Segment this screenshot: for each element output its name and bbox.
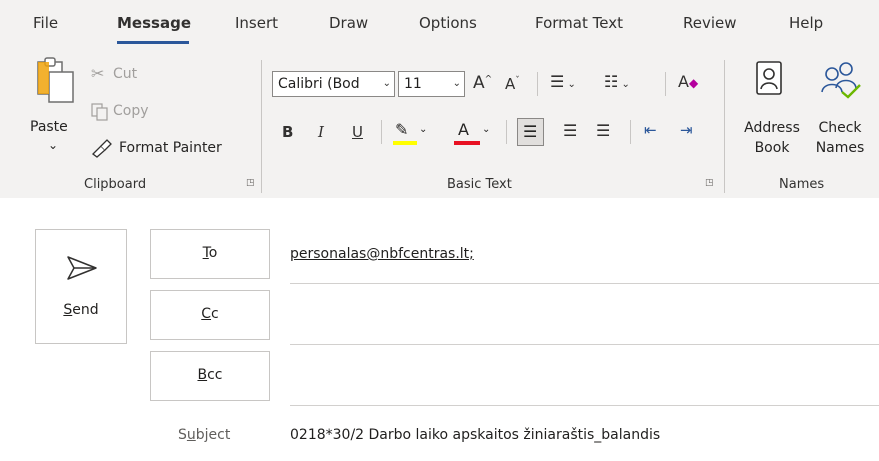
copy-icon xyxy=(91,103,108,121)
bold-button[interactable]: B xyxy=(282,123,293,141)
decrease-indent-icon[interactable]: ⇤ xyxy=(644,121,657,139)
grow-font-icon[interactable]: A^ xyxy=(473,73,492,93)
font-size-combo[interactable]: 11 ⌄ xyxy=(398,71,465,97)
increase-indent-icon[interactable]: ⇥ xyxy=(680,121,693,139)
ribbon-separator xyxy=(630,120,631,144)
ribbon-separator xyxy=(724,60,725,193)
tab-help[interactable]: Help xyxy=(789,14,823,32)
to-recipient[interactable]: personalas@nbfcentras.lt; xyxy=(290,246,474,262)
check-names-button[interactable]: Check Names xyxy=(810,60,870,164)
paste-icon xyxy=(37,57,74,103)
highlighter-icon: ✎ xyxy=(395,120,409,139)
send-icon xyxy=(67,256,97,280)
subject-input[interactable]: 0218*30/2 Darbo laiko apskaitos žiniaraš… xyxy=(290,427,660,443)
clipboard-launcher-icon[interactable]: ◳ xyxy=(246,178,256,188)
check-names-label-line1: Check xyxy=(818,120,862,136)
address-book-label-line1: Address xyxy=(744,120,800,136)
font-color-button[interactable]: A ⌄ xyxy=(454,118,496,146)
align-right-icon[interactable]: ☰ xyxy=(596,121,610,140)
ribbon-separator xyxy=(665,72,666,96)
clear-formatting-icon[interactable]: A◆ xyxy=(678,72,698,91)
tab-review[interactable]: Review xyxy=(683,14,737,32)
cc-label: Cc xyxy=(201,306,219,322)
paste-dropdown-icon[interactable]: ⌄ xyxy=(48,138,58,152)
tab-message[interactable]: Message xyxy=(117,14,191,32)
bcc-button[interactable]: Bcc xyxy=(150,351,270,401)
cut-label: Cut xyxy=(113,66,138,82)
chevron-down-icon: ⌄ xyxy=(452,78,461,89)
send-label: Send xyxy=(63,302,99,318)
address-book-button[interactable]: Address Book xyxy=(737,60,807,164)
italic-button[interactable]: I xyxy=(318,123,324,141)
bcc-field[interactable] xyxy=(290,405,879,406)
highlight-color-swatch xyxy=(393,141,417,145)
font-name-value: Calibri (Bod xyxy=(278,76,360,92)
ribbon-separator xyxy=(261,60,262,193)
tab-options[interactable]: Options xyxy=(419,14,477,32)
cc-button[interactable]: Cc xyxy=(150,290,270,340)
chevron-down-icon: ⌄ xyxy=(419,124,428,135)
clipboard-group-label: Clipboard xyxy=(84,177,147,192)
subject-label: Subject xyxy=(178,427,231,443)
numbering-icon[interactable]: ☷ ⌄ xyxy=(604,72,630,91)
ribbon-separator xyxy=(381,120,382,144)
tab-draw[interactable]: Draw xyxy=(329,14,368,32)
to-field[interactable] xyxy=(290,283,879,284)
font-color-letter: A xyxy=(458,120,469,139)
highlight-color-button[interactable]: ✎ ⌄ xyxy=(393,118,435,146)
bullets-icon[interactable]: ☰ ⌄ xyxy=(550,72,576,91)
tab-insert[interactable]: Insert xyxy=(235,14,278,32)
shrink-font-icon[interactable]: Aˇ xyxy=(505,75,520,93)
active-tab-indicator xyxy=(117,41,189,44)
format-painter-button[interactable]: Format Painter xyxy=(91,138,241,160)
chevron-down-icon: ⌄ xyxy=(482,124,491,135)
to-button[interactable]: To xyxy=(150,229,270,279)
bcc-label: Bcc xyxy=(197,367,223,383)
send-button[interactable]: Send xyxy=(35,229,127,344)
tab-format-text[interactable]: Format Text xyxy=(535,14,623,32)
ribbon-separator xyxy=(506,120,507,144)
underline-button[interactable]: U xyxy=(352,123,363,141)
ribbon-separator xyxy=(537,72,538,96)
align-left-button[interactable]: ☰ xyxy=(517,118,544,146)
address-book-icon xyxy=(756,61,782,95)
check-names-icon xyxy=(821,62,861,99)
format-painter-icon xyxy=(92,139,112,158)
cc-field[interactable] xyxy=(290,344,879,345)
to-label: To xyxy=(202,245,218,261)
copy-label: Copy xyxy=(113,103,149,119)
paste-label: Paste xyxy=(30,119,68,135)
paste-button[interactable]: Paste ⌄ xyxy=(30,56,82,156)
check-names-label-line2: Names xyxy=(815,140,865,156)
tab-file[interactable]: File xyxy=(33,14,58,32)
format-painter-label: Format Painter xyxy=(119,140,222,156)
names-group-label: Names xyxy=(779,177,825,192)
font-color-swatch xyxy=(454,141,480,145)
scissors-icon: ✂ xyxy=(91,64,105,83)
font-name-combo[interactable]: Calibri (Bod ⌄ xyxy=(272,71,395,97)
font-size-value: 11 xyxy=(404,76,422,92)
address-book-label-line2: Book xyxy=(754,140,790,156)
basic-text-group-label: Basic Text xyxy=(447,177,512,192)
basic-text-launcher-icon[interactable]: ◳ xyxy=(705,178,715,188)
align-center-icon[interactable]: ☰ xyxy=(563,121,577,140)
chevron-down-icon: ⌄ xyxy=(382,78,391,89)
align-left-icon: ☰ xyxy=(523,122,538,141)
